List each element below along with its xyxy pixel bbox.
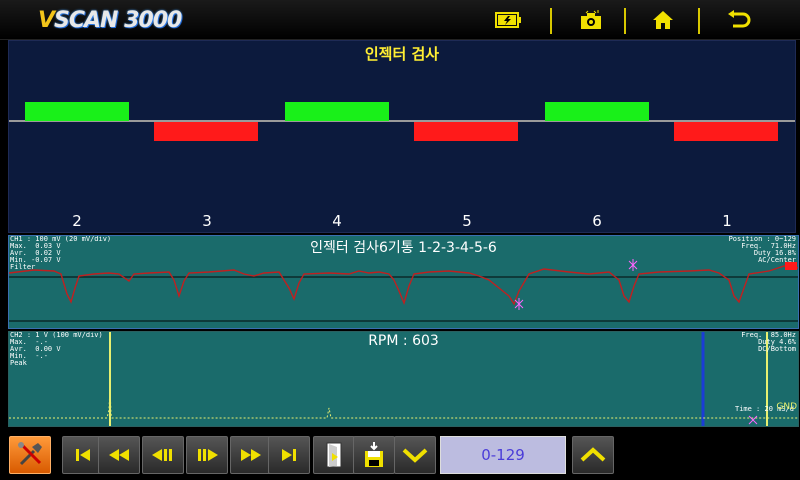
step-back-button[interactable]	[142, 436, 184, 474]
injector-pulse-bar	[545, 102, 649, 121]
channel2-scope[interactable]: CH2 : 1 V (100 mV/div) Max. -.- Avr. 0.0…	[8, 331, 799, 427]
tools-button[interactable]	[9, 436, 51, 474]
fast-forward-icon	[241, 449, 261, 461]
cylinder-label: 1	[722, 212, 732, 230]
playback-toolbar: 0-129	[0, 429, 800, 480]
exit-door-icon	[326, 442, 342, 468]
home-icon[interactable]	[646, 6, 680, 34]
fast-forward-button[interactable]	[230, 436, 272, 474]
vscan-logo: VSCAN 3000	[38, 8, 182, 34]
header-divider	[550, 8, 552, 34]
header-divider	[624, 8, 626, 34]
injector-panel-title: 인젝터 검사	[364, 45, 440, 63]
exit-button[interactable]	[313, 436, 355, 474]
step-back-icon	[152, 449, 172, 461]
camera-icon[interactable]	[574, 6, 608, 34]
cylinder-label: 4	[332, 212, 342, 230]
app-header: VSCAN 3000	[0, 0, 800, 40]
logo-v: V	[38, 8, 55, 33]
position-range-display: 0-129	[440, 436, 566, 474]
header-divider	[698, 8, 700, 34]
injector-pulse-bar	[674, 122, 778, 141]
logo-text: SCAN 3000	[54, 8, 182, 33]
scroll-down-button[interactable]	[394, 436, 436, 474]
injector-pulse-bar	[154, 122, 258, 141]
channel2-measurements: Freq. 85.0Hz Duty 4.6% DC/Bottom	[741, 331, 796, 353]
channel1-scope[interactable]: CH1 : 100 mV (20 mV/div) Max. 0.03 V Avr…	[8, 235, 799, 329]
injector-pulse-bar	[285, 102, 389, 121]
last-button[interactable]	[268, 436, 310, 474]
back-icon[interactable]	[722, 6, 756, 34]
cylinder-label: 6	[592, 212, 602, 230]
channel1-measurements: Position : 0~129 Freq. 71.0Hz Duty 16.8%…	[728, 235, 796, 264]
skip-last-icon	[282, 449, 296, 461]
injector-pulse-panel: 인젝터 검사 2 3 4 5 6 1	[8, 40, 796, 233]
chevron-down-icon	[402, 448, 428, 463]
step-forward-icon	[198, 449, 218, 461]
rewind-icon	[109, 449, 129, 461]
save-icon	[365, 442, 383, 467]
injector-pulse-bar	[25, 102, 129, 121]
step-forward-button[interactable]	[186, 436, 228, 474]
gnd-marker: GND	[776, 402, 797, 412]
cylinder-label: 3	[202, 212, 212, 230]
cylinder-label: 2	[72, 212, 82, 230]
channel2-title: RPM : 603	[368, 333, 439, 349]
chevron-up-icon	[580, 447, 606, 462]
channel1-title: 인젝터 검사6기통 1-2-3-4-5-6	[310, 240, 497, 256]
scroll-up-button[interactable]	[572, 436, 614, 474]
injector-pulse-bar	[414, 122, 518, 141]
battery-icon[interactable]	[492, 6, 526, 34]
cylinder-label: 5	[462, 212, 472, 230]
tools-icon	[18, 442, 42, 466]
save-button[interactable]	[353, 436, 395, 474]
rewind-button[interactable]	[98, 436, 140, 474]
skip-first-icon	[76, 449, 90, 461]
